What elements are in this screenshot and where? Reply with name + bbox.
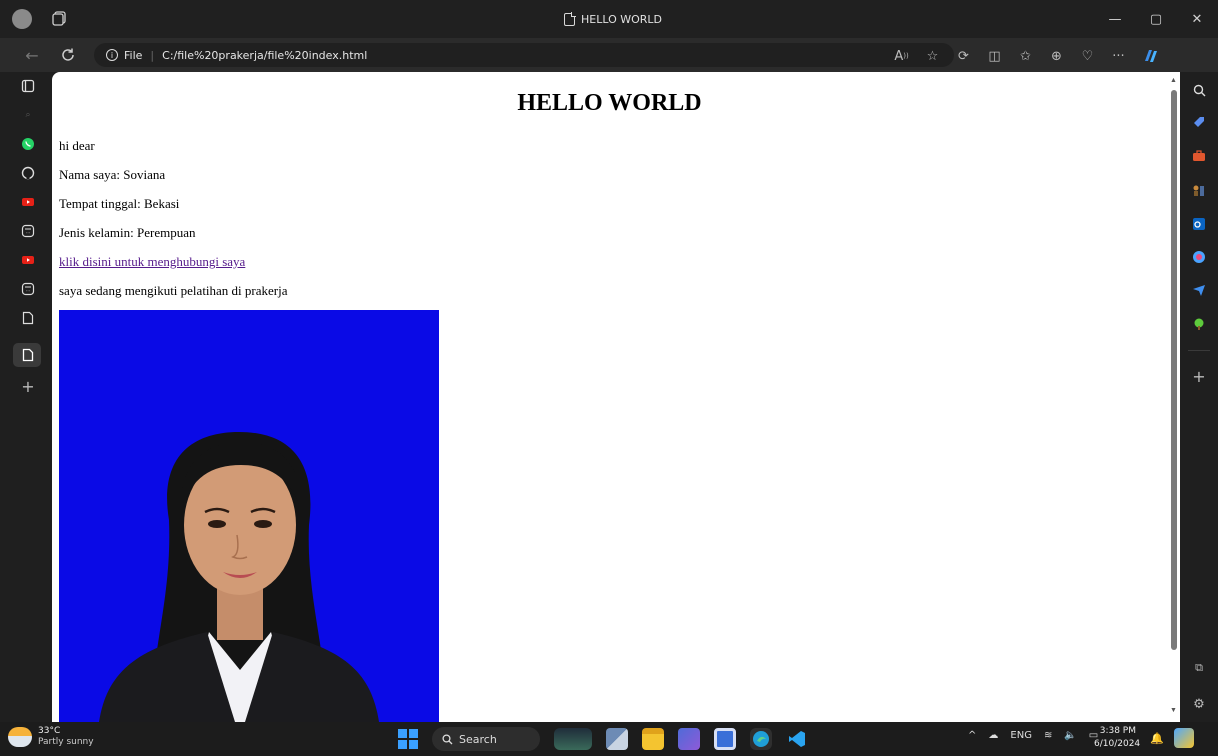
language-indicator[interactable]: ENG [1010,730,1032,741]
split-screen-icon[interactable]: ◫ [979,46,1010,66]
name-text: Nama saya: Soviana [59,167,166,182]
youtube-icon[interactable] [20,252,36,268]
office-icon[interactable] [1191,249,1207,265]
clock-time: 3:38 PM [1099,726,1136,736]
minimize-button[interactable]: — [1100,8,1130,30]
address-prefix: File [124,48,143,62]
tag-icon[interactable] [1191,114,1207,130]
extensions-icon[interactable]: ⟳ [948,46,979,66]
taskbar-search[interactable]: Search [432,727,540,751]
profile-photo [59,310,439,722]
search-label: Search [459,732,497,746]
residence-text: Tempat tinggal: Bekasi [59,196,180,211]
profile-avatar[interactable] [12,9,32,29]
photos-icon[interactable] [678,728,700,750]
task-view-icon[interactable] [606,728,628,750]
settings-icon[interactable]: ⚙ [1191,696,1207,712]
search-icon[interactable]: ⌕ [20,107,36,123]
wifi-icon[interactable]: ≋ [1044,730,1052,741]
tab-actions-icon[interactable] [20,78,36,94]
page-scrollbar[interactable]: ▲ ▼ [1169,72,1180,722]
file-explorer-icon[interactable] [642,728,664,750]
page-icon [564,11,576,26]
tree-icon[interactable] [1191,316,1207,332]
notification-bell-icon[interactable]: 🔔 [1150,732,1164,745]
search-icon[interactable] [1191,82,1207,98]
more-options-icon[interactable]: ··· [1103,46,1134,66]
contact-link[interactable]: klik disini untuk menghubungi saya [59,254,245,269]
restore-button[interactable]: ▢ [1141,8,1171,30]
partly-sunny-icon [8,727,32,747]
tools-icon[interactable] [1191,148,1207,164]
page-icon[interactable]: ··· [20,223,36,239]
svg-text:···: ··· [26,289,31,295]
tab-icon[interactable] [20,310,36,326]
close-button[interactable]: ✕ [1182,8,1212,30]
info-icon[interactable]: i [106,49,118,61]
tab-active-icon[interactable] [20,347,36,363]
onedrive-icon[interactable]: ☁ [988,730,998,741]
start-icon[interactable] [398,729,418,749]
greeting-text: hi dear [59,138,95,153]
favorites-icon[interactable]: ✩ [1010,46,1041,66]
active-tab[interactable]: HELLO WORLD [564,10,662,28]
send-icon[interactable] [1191,282,1207,298]
whatsapp-icon[interactable] [20,136,36,152]
read-aloud-icon[interactable]: A)) [886,46,917,66]
system-tray: ^ ☁ ENG ≋ 🔈 ▭ [968,730,1098,741]
favorite-star-icon[interactable]: ☆ [917,46,948,66]
browser-titlebar: HELLO WORLD — ▢ ✕ [0,0,1218,38]
copilot-taskbar-icon[interactable] [1174,728,1194,748]
url-text[interactable]: C:/file%20prakerja/file%20index.html [162,49,367,62]
address-bar[interactable]: i File | C:/file%20prakerja/file%20index… [94,43,954,67]
scroll-up-icon[interactable]: ▲ [1170,76,1177,84]
add-icon[interactable]: + [20,377,36,396]
taskbar-apps: Search [398,727,808,751]
copilot-icon[interactable] [1134,46,1165,66]
weather-text: Partly sunny [38,737,94,747]
sidebar-divider [1188,350,1210,351]
gender-text: Jenis kelamin: Perempuan [59,225,196,240]
webpage-content: HELLO WORLD hi dear Nama saya: Soviana T… [52,72,1180,722]
scroll-thumb[interactable] [1171,90,1177,650]
clock-date: 6/10/2024 [1094,739,1141,749]
tab-actions-icon[interactable] [52,10,70,28]
browser-essentials-icon[interactable]: ♡ [1072,46,1103,66]
windows-taskbar: 33°C Partly sunny Search ^ ☁ ENG ≋ 🔈 ▭ 3… [0,722,1218,756]
edge-sidebar: + ⧉ ⚙ [1180,72,1218,722]
youtube-icon[interactable] [20,194,36,210]
edge-icon[interactable] [750,728,772,750]
page-heading: HELLO WORLD [517,90,702,116]
toolbar-icons: A)) ☆ ⟳ ◫ ✩ ⊕ ♡ ··· [886,46,1165,66]
volume-icon[interactable]: 🔈 [1064,730,1076,741]
browser-toolbar: ← i File | C:/file%20prakerja/file%20ind… [0,38,1218,72]
page-icon[interactable]: ··· [20,281,36,297]
outlook-icon[interactable] [1191,216,1207,232]
widgets-icon[interactable] [554,728,592,750]
refresh-icon[interactable] [56,44,80,66]
vscode-icon[interactable] [786,728,808,750]
add-icon[interactable]: + [1191,367,1207,386]
temperature-text: 33°C [38,726,61,736]
screenshot-icon[interactable]: ⧉ [1191,660,1207,676]
collections-icon[interactable]: ⊕ [1041,46,1072,66]
github-icon[interactable] [20,165,36,181]
vertical-tabs-sidebar: ⌕ ··· ··· + [0,72,52,722]
search-icon [442,733,453,744]
games-icon[interactable] [1191,182,1207,198]
svg-text:···: ··· [26,231,31,237]
chevron-up-icon[interactable]: ^ [968,730,976,741]
address-separator: | [150,48,155,62]
back-icon[interactable]: ← [20,44,44,66]
scroll-down-icon[interactable]: ▼ [1170,706,1177,714]
weather-widget[interactable]: 33°C Partly sunny [8,726,94,748]
tab-title: HELLO WORLD [581,12,663,26]
store-icon[interactable] [714,728,736,750]
training-text: saya sedang mengikuti pelatihan di prake… [59,283,288,298]
clock[interactable]: 3:38 PM 6/10/2024 [1094,725,1141,751]
